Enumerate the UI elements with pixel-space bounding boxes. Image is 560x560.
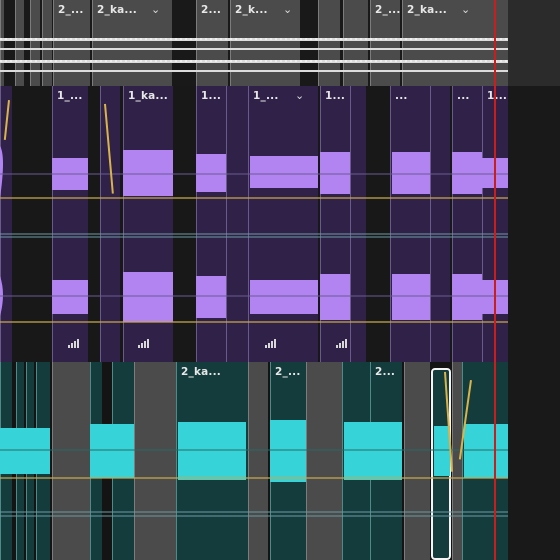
timeline-area[interactable]: 2_... 2_ka... ⌄ 2... 2_k... ⌄ 2_... 2_ka… [0, 0, 560, 560]
chevron-down-icon[interactable]: ⌄ [461, 3, 470, 16]
waveform-top [0, 38, 508, 72]
clip-label: 2_... [58, 4, 84, 16]
clip-label: 2... [201, 4, 222, 16]
playhead[interactable] [494, 0, 496, 560]
waveform-bottom [0, 420, 508, 517]
audio-bars-icon [265, 339, 277, 348]
audio-track-bottom[interactable]: 2_ka... 2_... 2... [0, 362, 508, 560]
audio-bars-icon [138, 339, 150, 348]
clip-label: 2_ka... [97, 4, 137, 16]
audio-bars-icon [336, 339, 348, 348]
audio-track-middle[interactable]: 1_... 1_ka... 1... 1_... ⌄ 1... ... ... … [0, 86, 508, 362]
right-empty-area [508, 86, 560, 560]
audio-track-top[interactable]: 2_... 2_ka... ⌄ 2... 2_k... ⌄ 2_... 2_ka… [0, 0, 508, 86]
right-panel-top [508, 0, 560, 87]
chevron-down-icon[interactable]: ⌄ [283, 3, 292, 16]
waveform-middle [0, 146, 508, 323]
clip-label: 2_... [375, 4, 400, 16]
clip-label: 2_ka... [407, 4, 447, 16]
clip-label: 2_k... [235, 4, 268, 16]
chevron-down-icon[interactable]: ⌄ [151, 3, 160, 16]
audio-bars-icon [68, 339, 80, 348]
